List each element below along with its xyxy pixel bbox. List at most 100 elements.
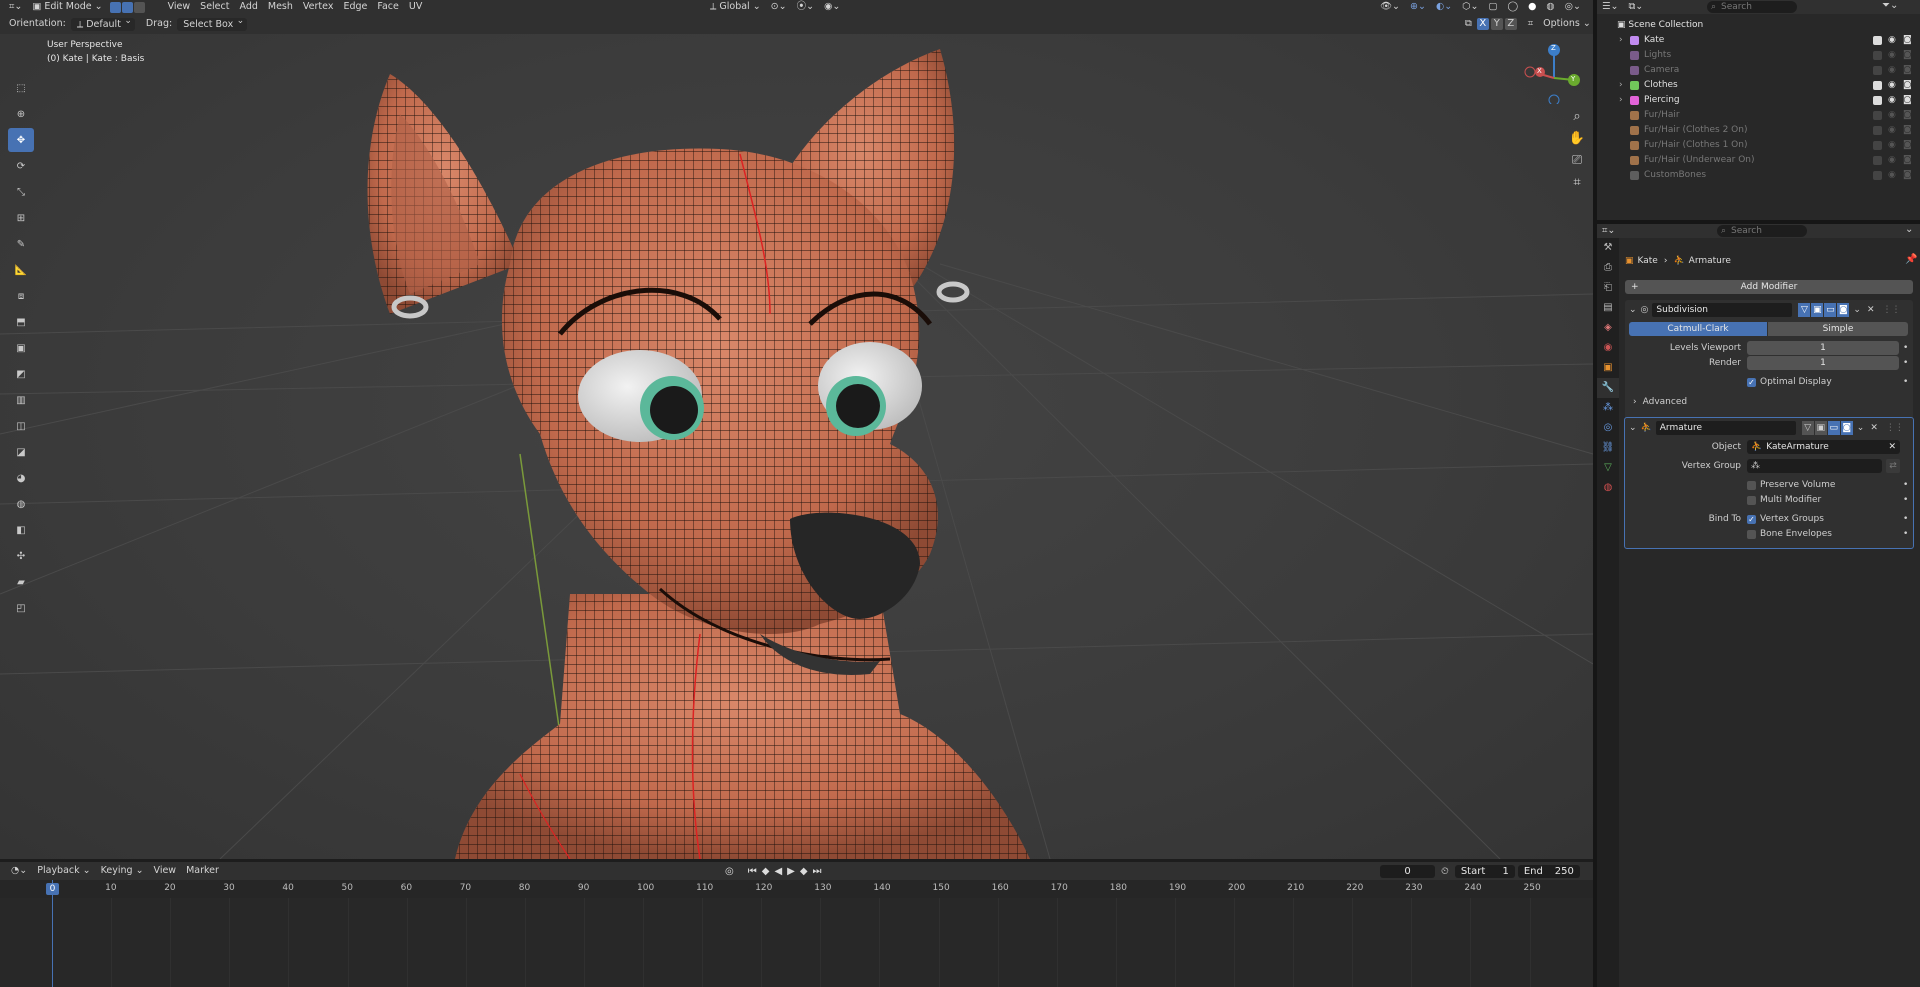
pin-icon[interactable]: 📌 xyxy=(1905,254,1917,265)
annotate-tool-icon[interactable]: ✎ xyxy=(8,232,34,256)
armature-drag-handle-icon[interactable]: ⋮⋮ xyxy=(1886,421,1904,435)
visibility-eye-icon[interactable]: ◉ xyxy=(1888,33,1896,48)
pan-hand-icon[interactable]: ✋ xyxy=(1567,128,1587,150)
multi-modifier-checkbox[interactable] xyxy=(1747,495,1756,505)
menu-select[interactable]: Select xyxy=(195,0,234,14)
menu-playback[interactable]: Playback ⌄ xyxy=(32,864,95,878)
render-toggle-icon[interactable]: ◙ xyxy=(1837,303,1850,317)
optimal-display-checkbox[interactable]: ✓ xyxy=(1747,377,1756,387)
expand-icon[interactable]: ⌄ xyxy=(1629,303,1637,317)
pivot-point-icon[interactable]: ⊙⌄ xyxy=(766,0,792,14)
shrink-fatten-tool-icon[interactable]: ✣ xyxy=(8,544,34,568)
exclude-checkbox[interactable] xyxy=(1873,81,1882,90)
bevel-tool-icon[interactable]: ◩ xyxy=(8,362,34,386)
rendered-shading-icon[interactable]: ◎⌄ xyxy=(1560,0,1586,14)
armature-viewport-toggle-icon[interactable]: ▭ xyxy=(1827,421,1840,435)
render-camera-icon[interactable]: ◙ xyxy=(1903,48,1912,63)
invert-vertex-group-icon[interactable]: ⇄ xyxy=(1886,459,1900,473)
scale-tool-icon[interactable]: ⤡ xyxy=(8,180,34,204)
armature-name-field[interactable]: Armature xyxy=(1655,421,1796,435)
shear-tool-icon[interactable]: ▰ xyxy=(8,570,34,594)
timeline-editor-icon[interactable]: ◔⌄ xyxy=(6,864,32,878)
editor-type-button[interactable]: ⌗⌄ xyxy=(4,0,27,14)
material-tab-icon[interactable]: ◍ xyxy=(1597,478,1619,498)
exclude-checkbox[interactable] xyxy=(1873,96,1882,105)
solid-shading-icon[interactable]: ● xyxy=(1523,0,1541,14)
rotate-tool-icon[interactable]: ⟳ xyxy=(8,154,34,178)
render-camera-icon[interactable]: ◙ xyxy=(1903,138,1912,153)
delete-modifier-icon[interactable]: ✕ xyxy=(1867,303,1875,317)
object-field[interactable]: ⛹ KateArmature ✕ xyxy=(1747,440,1900,454)
snap-icon[interactable]: ⦿⌄ xyxy=(792,0,819,14)
exclude-checkbox[interactable] xyxy=(1873,111,1882,120)
scene-collection-row[interactable]: ▣ Scene Collection xyxy=(1597,18,1920,33)
extrude-tool-icon[interactable]: ⬒ xyxy=(8,310,34,334)
render-levels-keyframe-icon[interactable]: • xyxy=(1903,356,1908,370)
visibility-eye-icon[interactable]: ◉ xyxy=(1888,153,1896,168)
perspective-toggle-icon[interactable]: ⌗ xyxy=(1567,172,1587,194)
exclude-checkbox[interactable] xyxy=(1873,51,1882,60)
visibility-eye-icon[interactable]: ◉ xyxy=(1888,108,1896,123)
modifier-tab-icon[interactable]: 🔧 xyxy=(1597,378,1619,398)
render-tab-icon[interactable]: ⎙ xyxy=(1597,258,1619,278)
armature-edit-mode-toggle-icon[interactable]: ▽ xyxy=(1801,421,1814,435)
outliner-row[interactable]: Fur/Hair ◉ ◙ xyxy=(1597,108,1920,123)
render-camera-icon[interactable]: ◙ xyxy=(1903,78,1912,93)
outliner-row[interactable]: › Piercing ◉ ◙ xyxy=(1597,93,1920,108)
render-camera-icon[interactable]: ◙ xyxy=(1903,33,1912,48)
exclude-checkbox[interactable] xyxy=(1873,126,1882,135)
menu-vertex[interactable]: Vertex xyxy=(298,0,339,14)
bone-envelopes-checkbox[interactable] xyxy=(1747,529,1756,539)
outliner-row[interactable]: Lights ◉ ◙ xyxy=(1597,48,1920,63)
render-camera-icon[interactable]: ◙ xyxy=(1903,63,1912,78)
render-camera-icon[interactable]: ◙ xyxy=(1903,123,1912,138)
edge-select-icon[interactable] xyxy=(121,1,133,13)
visibility-icon[interactable]: 👁⌄ xyxy=(1375,0,1405,14)
drag-handle-icon[interactable]: ⋮⋮ xyxy=(1883,303,1901,317)
armature-on-cage-toggle-icon[interactable]: ▣ xyxy=(1814,421,1827,435)
render-levels-field[interactable]: 1 xyxy=(1747,356,1899,370)
playhead[interactable] xyxy=(52,880,53,987)
exclude-checkbox[interactable] xyxy=(1873,171,1882,180)
menu-uv[interactable]: UV xyxy=(404,0,427,14)
jump-start-icon[interactable]: ⏮ xyxy=(748,866,757,877)
next-keyframe-icon[interactable]: ◆ xyxy=(800,866,808,877)
vertex-groups-checkbox[interactable]: ✓ xyxy=(1747,514,1756,524)
exclude-checkbox[interactable] xyxy=(1873,66,1882,75)
outliner-row[interactable]: Fur/Hair (Clothes 1 On) ◉ ◙ xyxy=(1597,138,1920,153)
move-tool-icon[interactable]: ✥ xyxy=(8,128,34,152)
levels-viewport-field[interactable]: 1 xyxy=(1747,341,1899,355)
render-camera-icon[interactable]: ◙ xyxy=(1903,93,1912,108)
collapse-icon[interactable]: ⌄ xyxy=(1905,224,1913,235)
material-shading-icon[interactable]: ◍ xyxy=(1541,0,1559,14)
xray-icon[interactable]: ▢ xyxy=(1483,0,1502,14)
exclude-checkbox[interactable] xyxy=(1873,36,1882,45)
jump-end-icon[interactable]: ⏭ xyxy=(813,866,822,877)
edge-slide-tool-icon[interactable]: ◧ xyxy=(8,518,34,542)
current-frame-field[interactable]: 0 xyxy=(1380,864,1435,878)
mode-dropdown[interactable]: ▣ Edit Mode ⌄ xyxy=(27,0,107,14)
world-tab-icon[interactable]: ◉ xyxy=(1597,338,1619,358)
timeline-area[interactable]: 10 20 30 40 50 60 70 80 90 100 110 120 130 140 150 160 1… xyxy=(0,880,1593,987)
display-mode-icon[interactable]: ⧉⌄ xyxy=(1623,0,1648,14)
3d-viewport[interactable]: User Perspective (0) Kate | Kate : Basis… xyxy=(0,34,1593,859)
properties-search-field[interactable]: ⌕ Search xyxy=(1717,225,1807,237)
render-camera-icon[interactable]: ◙ xyxy=(1903,153,1912,168)
particles-tab-icon[interactable]: ⁂ xyxy=(1597,398,1619,418)
armature-menu-icon[interactable]: ⌄ xyxy=(1857,421,1865,435)
drag-dropdown[interactable]: Select Box xyxy=(177,15,248,31)
outliner-row[interactable]: Fur/Hair (Clothes 2 On) ◉ ◙ xyxy=(1597,123,1920,138)
knife-tool-icon[interactable]: ◫ xyxy=(8,414,34,438)
loop-cut-tool-icon[interactable]: ▥ xyxy=(8,388,34,412)
multi-modifier-keyframe-icon[interactable]: • xyxy=(1903,493,1908,507)
catmull-clark-tab[interactable]: Catmull-Clark xyxy=(1629,322,1767,336)
navigation-gizmo[interactable]: Z Y X xyxy=(1520,44,1580,106)
menu-marker[interactable]: Marker xyxy=(181,864,224,878)
outliner-row[interactable]: CustomBones ◉ ◙ xyxy=(1597,168,1920,183)
smooth-tool-icon[interactable]: ◍ xyxy=(8,492,34,516)
outliner-row[interactable]: Fur/Hair (Underwear On) ◉ ◙ xyxy=(1597,153,1920,168)
camera-view-icon[interactable]: ⎚ xyxy=(1567,150,1587,172)
physics-tab-icon[interactable]: ◎ xyxy=(1597,418,1619,438)
face-select-icon[interactable] xyxy=(133,1,145,13)
poly-build-tool-icon[interactable]: ◪ xyxy=(8,440,34,464)
